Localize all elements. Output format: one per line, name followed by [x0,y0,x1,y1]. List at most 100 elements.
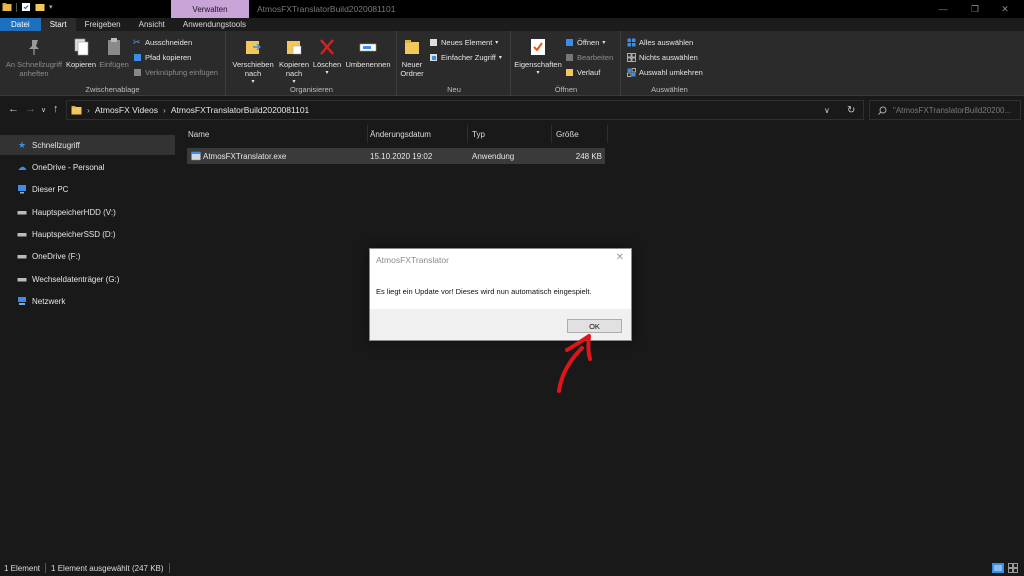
properties-icon[interactable] [21,2,31,12]
move-to-button[interactable]: Verschieben nach ▾ [229,37,277,87]
dialog-title: AtmosFXTranslator [376,255,449,265]
paste-label: Einfügen [99,60,129,69]
table-row[interactable]: AtmosFXTranslator.exe 15.10.2020 19:02 A… [187,148,605,164]
address-row: ← → ∨ ↑ › AtmosFX Videos › AtmosFXTransl… [0,97,1024,123]
sidebar-item-netzwerk[interactable]: Netzwerk [0,291,175,311]
sidebar-item-hdd-v[interactable]: HauptspeicherHDD (V:) [0,202,175,222]
quick-access-toolbar: ▾ [2,2,53,12]
context-tab-verwalten[interactable]: Verwalten [171,0,249,18]
paste-icon [108,38,120,55]
edit-button[interactable]: Bearbeiten [565,53,613,62]
status-divider [45,563,47,573]
drive-icon [17,233,27,237]
sidebar-item-label: Schnellzugriff [32,140,80,150]
group-auswaehlen: Alles auswählen Nichts auswählen Auswahl… [622,31,717,96]
sidebar-item-schnellzugriff[interactable]: ★ Schnellzugriff [0,135,175,155]
delete-button[interactable]: Löschen ▾ [311,37,343,78]
move-to-icon [246,41,261,54]
column-header-date[interactable]: Änderungsdatum [366,125,468,143]
sidebar-item-removable-g[interactable]: Wechseldatenträger (G:) [0,269,175,289]
edit-icon [566,54,573,61]
new-item-button[interactable]: Neues Element ▾ [429,38,498,47]
new-item-label: Neues Element [441,38,493,47]
address-dropdown-icon[interactable]: ∨ [824,106,830,115]
forward-arrow-icon[interactable]: → [25,103,36,115]
easy-access-label: Einfacher Zugriff [441,53,496,62]
group-label-zwischenablage: Zwischenablage [85,85,140,94]
copy-to-label-line2: nach [285,69,303,78]
details-view-icon[interactable] [992,563,1004,573]
large-icons-view-icon[interactable] [1008,563,1018,573]
refresh-icon[interactable]: ↻ [847,105,855,116]
cut-label: Ausschneiden [145,38,193,47]
invert-selection-label: Auswahl umkehren [639,68,703,77]
status-item-count: 1 Element [4,563,41,573]
paste-shortcut-button[interactable]: Verknüpfung einfügen [133,68,218,77]
cut-button[interactable]: ✂ Ausschneiden [133,38,193,48]
file-size: 248 KB [575,151,602,161]
rename-button[interactable]: Umbenennen [342,37,394,69]
new-folder-label-line2: Ordner [400,69,424,78]
new-folder-label-line1: Neuer [401,60,423,69]
new-folder-icon[interactable] [35,2,45,12]
move-to-label-line1: Verschieben [232,60,274,69]
customize-toolbar-icon[interactable]: ▾ [49,3,53,11]
easy-access-button[interactable]: Einfacher Zugriff ▾ [429,53,502,62]
open-icon [566,39,573,46]
minimize-button[interactable]: — [928,0,958,18]
exe-application-icon [191,151,201,161]
column-header-size[interactable]: Größe [552,125,608,143]
history-button[interactable]: Verlauf [565,68,600,77]
properties-button[interactable]: Eigenschaften ▾ [512,37,564,78]
column-header-type[interactable]: Typ [468,125,552,143]
up-arrow-icon[interactable]: ↑ [53,103,59,115]
back-arrow-icon[interactable]: ← [8,103,19,115]
tab-ansicht[interactable]: Ansicht [130,18,174,31]
file-list-pane: Name Änderungsdatum Typ Größe AtmosFXTra… [176,125,1024,560]
new-folder-icon [405,40,419,54]
move-to-label-line2: nach [244,69,262,78]
pin-quick-access-button[interactable]: An Schnellzugriff anheften [4,37,64,78]
sidebar-item-onedrive-personal[interactable]: ☁ OneDrive - Personal [0,157,175,177]
new-folder-button[interactable]: Neuer Ordner [398,37,426,78]
group-label-neu: Neu [447,85,461,94]
window-title: AtmosFXTranslatorBuild2020081101 [257,4,396,14]
toolbar-divider [16,2,17,12]
close-window-button[interactable]: ✕ [990,0,1020,18]
sidebar-item-dieser-pc[interactable]: Dieser PC [0,179,175,199]
select-all-icon [627,38,636,47]
select-all-button[interactable]: Alles auswählen [627,38,693,47]
file-name: AtmosFXTranslator.exe [203,151,287,161]
pin-icon [29,40,39,55]
drive-icon [17,278,27,282]
open-dropdown-icon: ▾ [602,40,606,46]
tab-anwendungstools[interactable]: Anwendungstools [174,18,255,31]
tab-freigeben[interactable]: Freigeben [76,18,130,31]
maximize-button[interactable]: ❐ [960,0,990,18]
breadcrumb-chevron-icon: › [163,105,166,115]
copy-to-button[interactable]: Kopieren nach ▾ [275,37,313,87]
copy-path-button[interactable]: Pfad kopieren [133,53,191,62]
search-input[interactable]: "AtmosFXTranslatorBuild20200... [869,100,1021,120]
tab-start[interactable]: Start [40,18,76,31]
select-none-button[interactable]: Nichts auswählen [627,53,698,62]
invert-selection-icon [627,68,636,77]
sidebar-item-onedrive-f[interactable]: OneDrive (F:) [0,246,175,266]
close-icon[interactable]: ✕ [616,252,624,263]
recent-locations-icon[interactable]: ∨ [41,106,46,114]
sidebar-item-label: OneDrive - Personal [32,162,105,172]
folder-icon[interactable] [2,2,12,12]
easy-access-dropdown-icon: ▾ [498,55,502,61]
breadcrumb-build-folder[interactable]: AtmosFXTranslatorBuild2020081101 [171,105,309,115]
sidebar-item-ssd-d[interactable]: HauptspeicherSSD (D:) [0,224,175,244]
copy-button[interactable]: Kopieren [64,37,98,69]
paste-shortcut-icon [134,69,141,76]
column-header-name[interactable]: Name [176,125,368,143]
open-button[interactable]: Öffnen ▾ [565,38,605,47]
sidebar-item-label: Wechseldatenträger (G:) [32,274,120,284]
breadcrumb-atmosfx-videos[interactable]: AtmosFX Videos [95,105,158,115]
tab-datei[interactable]: Datei [0,18,41,31]
invert-selection-button[interactable]: Auswahl umkehren [627,68,703,77]
paste-button[interactable]: Einfügen [98,37,130,69]
address-bar[interactable]: › AtmosFX Videos › AtmosFXTranslatorBuil… [66,100,864,120]
